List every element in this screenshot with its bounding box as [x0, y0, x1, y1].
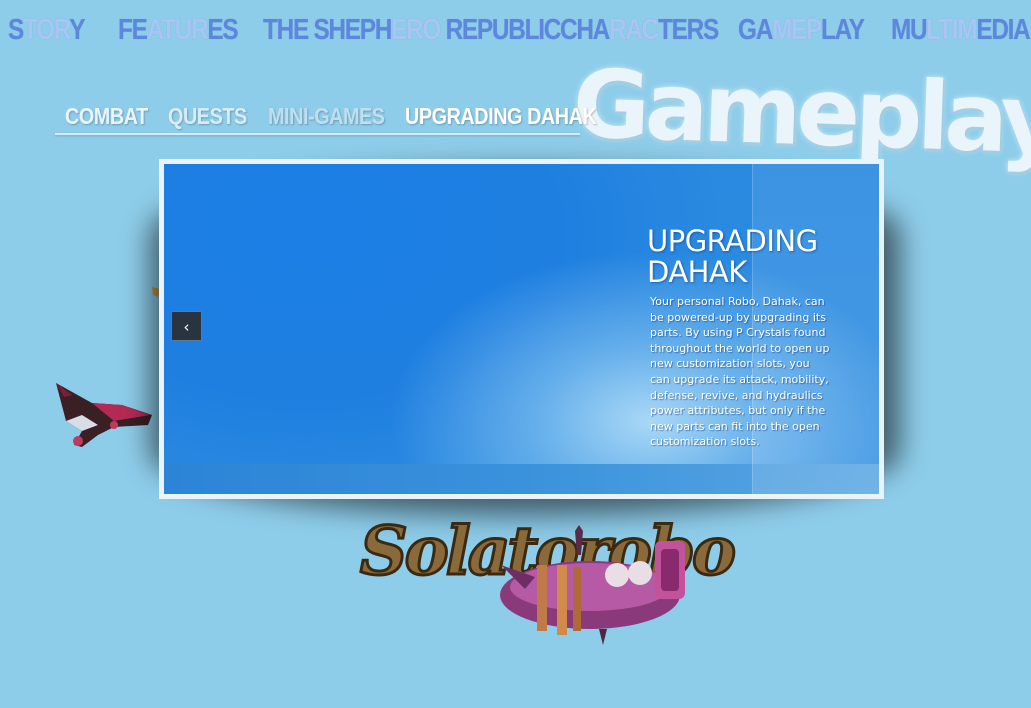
nav-multimedia-part: MU [891, 14, 928, 46]
nav-features-part: FE [118, 14, 148, 46]
slider-frame: ‹ UPGRADING DAHAK Your personal Robo, Da… [159, 159, 884, 499]
tab-mini-games[interactable]: MINI-GAMES [268, 103, 385, 130]
slide: ‹ UPGRADING DAHAK Your personal Robo, Da… [164, 164, 879, 494]
nav-multimedia-part: LTIM [926, 14, 977, 46]
page: STORY FEATURES THE SHEPHERO REPUBLIC CHA… [0, 0, 1031, 708]
subtabs: COMBAT QUESTS MINI-GAMES UPGRADING DAHAK [55, 103, 635, 137]
nav-story-part: S [8, 14, 24, 46]
chevron-left-icon: ‹ [183, 318, 190, 336]
airship-illustration [500, 525, 685, 645]
nav-characters-part: RAC [609, 14, 659, 46]
slide-description: Your personal Robo, Dahak, can be powere… [650, 295, 830, 449]
airship-jet-illustration [56, 383, 152, 447]
nav-multimedia[interactable]: MULTIMEDIA [891, 14, 1031, 47]
nav-story[interactable]: STORY [8, 14, 86, 47]
nav-gameplay-part: LAY [821, 14, 865, 46]
nav-multimedia-part: EDIA [976, 14, 1030, 46]
nav-gameplay-part: MEP [772, 14, 822, 46]
nav-gameplay[interactable]: GAMEPLAY [738, 14, 865, 47]
slider-prev-button[interactable]: ‹ [171, 311, 202, 341]
nav-characters-part: TERS [658, 14, 719, 46]
main-navigation: STORY FEATURES THE SHEPHERO REPUBLIC CHA… [0, 14, 1031, 58]
page-title: Gameplay [571, 50, 1031, 176]
nav-story-part: TOR [22, 14, 71, 46]
nav-features-part: ATUR [146, 14, 209, 46]
nav-gameplay-part: GA [738, 14, 773, 46]
nav-republic-part: THE SHEPH [263, 14, 392, 46]
tab-combat[interactable]: COMBAT [65, 103, 148, 130]
nav-republic-part: ERO [391, 14, 441, 46]
nav-features-part: ES [207, 14, 238, 46]
tab-upgrading-dahak[interactable]: UPGRADING DAHAK [405, 103, 597, 130]
nav-story-part: Y [69, 14, 85, 46]
nav-republic-part: REPUBLIC [440, 14, 562, 46]
nav-characters[interactable]: CHARACTERS [560, 14, 719, 47]
nav-features[interactable]: FEATURES [118, 14, 239, 47]
slide-title: UPGRADING DAHAK [647, 224, 818, 289]
nav-shepherd-republic[interactable]: THE SHEPHERO REPUBLIC [263, 14, 562, 47]
nav-characters-part: CHA [560, 14, 610, 46]
tab-quests[interactable]: QUESTS [168, 103, 247, 130]
